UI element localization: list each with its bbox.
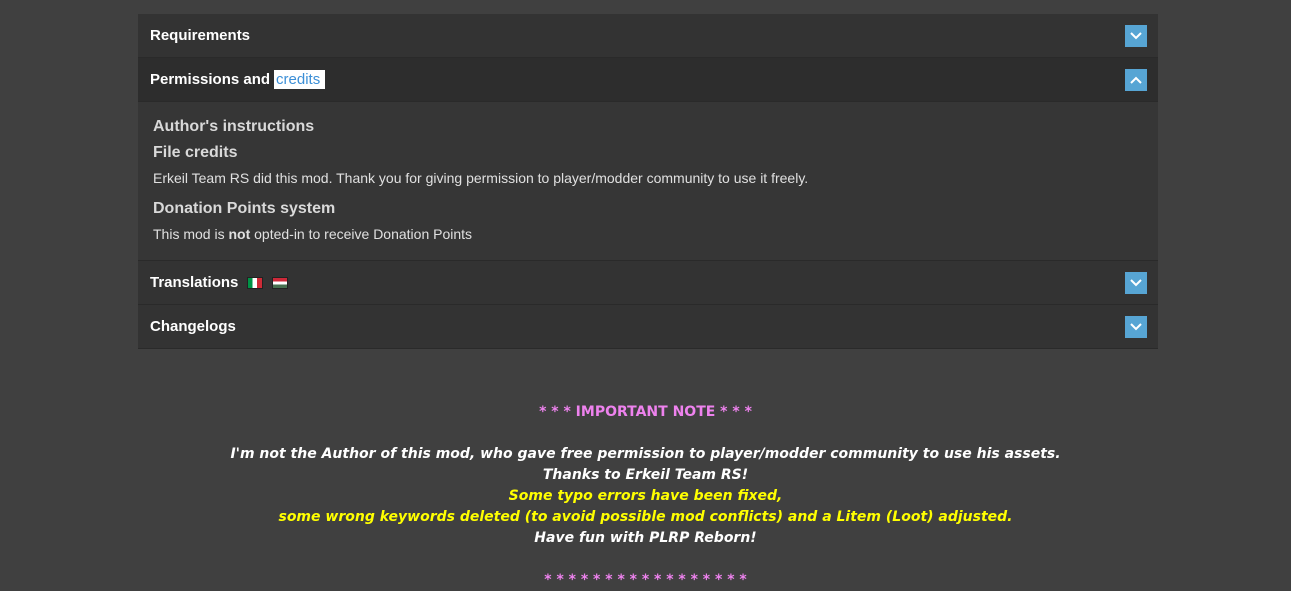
permissions-header[interactable]: Permissions and credits: [138, 58, 1158, 102]
donation-text-bold: not: [228, 226, 251, 242]
chevron-down-icon[interactable]: [1125, 316, 1147, 338]
note-line-3: Some typo errors have been fixed,: [508, 488, 783, 504]
chevron-down-icon[interactable]: [1125, 25, 1147, 47]
requirements-header[interactable]: Requirements: [138, 14, 1158, 58]
changelogs-label: Changelogs: [150, 318, 236, 335]
note-line-2: Thanks to Erkeil Team RS!: [542, 467, 749, 483]
important-note: * * * IMPORTANT NOTE * * * I'm not the A…: [0, 402, 1291, 591]
translations-label: Translations: [150, 274, 239, 291]
permissions-label: Permissions and: [150, 71, 271, 88]
hungarian-flag-icon: [272, 276, 289, 289]
note-line-1: I'm not the Author of this mod, who gave…: [230, 446, 1061, 462]
translations-header[interactable]: Translations: [138, 261, 1158, 305]
donation-points-text: This mod is not opted-in to receive Dona…: [153, 226, 1143, 242]
note-spacer: [0, 549, 1291, 570]
chevron-up-icon[interactable]: [1125, 69, 1147, 91]
file-credits-text: Erkeil Team RS did this mod. Thank you f…: [153, 170, 809, 186]
note-footer: * * * * * * * * * * * * * * * * *: [544, 572, 747, 588]
donation-points-heading: Donation Points system: [153, 200, 336, 217]
note-line-5: Have fun with PLRP Reborn!: [534, 530, 757, 546]
mod-details-accordion: Requirements Permissions and credits Aut…: [138, 14, 1158, 349]
chevron-down-icon[interactable]: [1125, 272, 1147, 294]
italian-flag-icon: [247, 276, 264, 289]
permissions-label-highlight: credits: [274, 70, 326, 89]
note-line-4: some wrong keywords deleted (to avoid po…: [278, 509, 1013, 525]
changelogs-header[interactable]: Changelogs: [138, 305, 1158, 349]
note-spacer: [0, 423, 1291, 444]
requirements-label: Requirements: [150, 27, 251, 44]
permissions-body: Author's instructions File credits Erkei…: [138, 102, 1158, 261]
authors-instructions-heading: Author's instructions: [153, 118, 315, 135]
note-title: * * * IMPORTANT NOTE * * *: [539, 404, 752, 420]
donation-text-before: This mod is: [153, 226, 229, 242]
donation-text-after: opted-in to receive Donation Points: [250, 226, 473, 242]
file-credits-heading: File credits: [153, 144, 238, 161]
